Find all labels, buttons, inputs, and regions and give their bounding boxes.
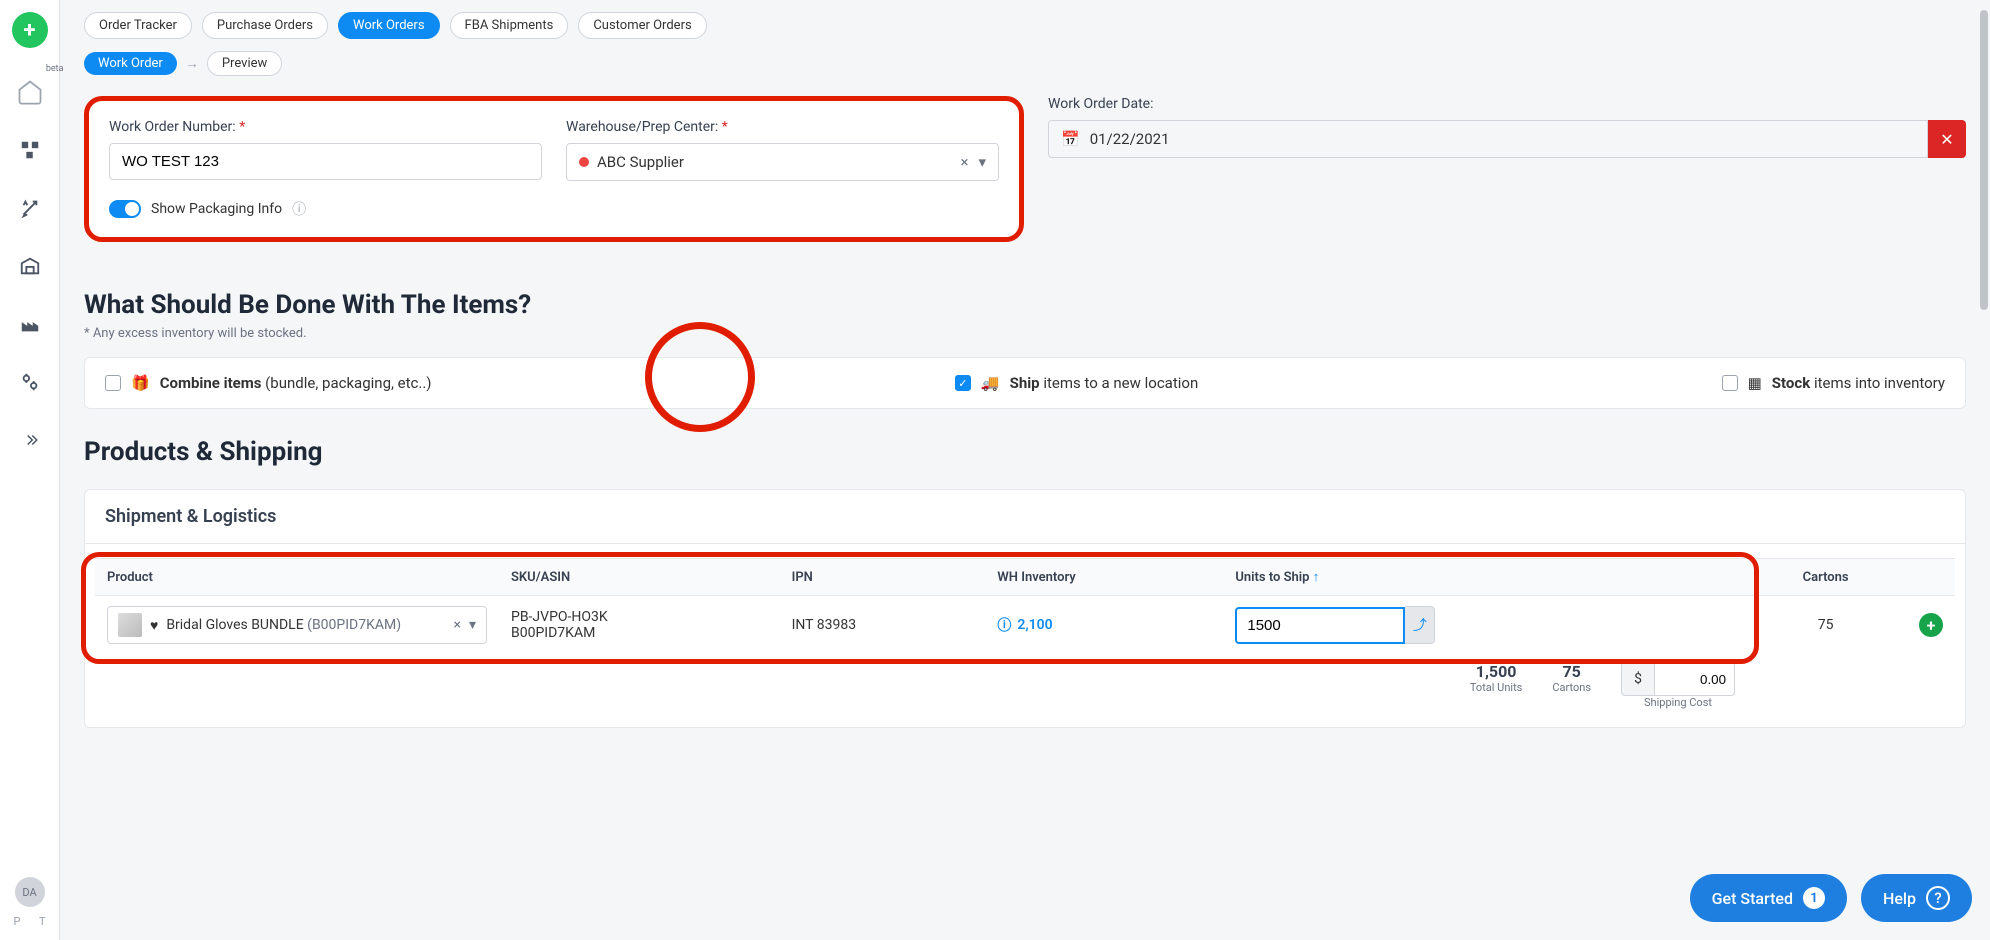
warehouse-label: Warehouse/Prep Center: * <box>566 119 999 135</box>
stock-checkbox[interactable] <box>1722 375 1738 391</box>
clear-icon[interactable]: × <box>453 617 460 633</box>
col-units[interactable]: Units to Ship ↑ <box>1223 559 1744 596</box>
date-label: Work Order Date: <box>1048 96 1966 112</box>
info-icon[interactable]: ⓘ <box>292 199 306 219</box>
nav-expand-icon[interactable] <box>10 420 50 460</box>
wo-number-label: Work Order Number: * <box>109 119 542 135</box>
arrow-right-icon: → <box>185 55 199 72</box>
get-started-button[interactable]: Get Started 1 <box>1690 874 1847 922</box>
table-row: ♥ Bridal Gloves BUNDLE (B00PID7KAM) × ▾ … <box>95 596 1955 655</box>
tab-order-tracker[interactable]: Order Tracker <box>84 12 192 39</box>
currency-label: $ <box>1621 662 1655 696</box>
packaging-toggle-label: Show Packaging Info <box>151 201 282 217</box>
packaging-toggle[interactable] <box>109 200 141 218</box>
sidebar-footer-text: P T <box>5 915 53 928</box>
left-sidebar: + beta DA P T <box>0 0 60 940</box>
floating-buttons: Get Started 1 Help ? <box>1690 874 1972 922</box>
total-units: 1,500 <box>1470 662 1522 681</box>
nav-warehouse-icon[interactable] <box>10 246 50 286</box>
total-cartons-label: Cartons <box>1552 681 1591 694</box>
warehouse-select[interactable]: ABC Supplier ×▾ <box>566 143 999 181</box>
help-button[interactable]: Help ? <box>1861 874 1972 922</box>
cartons-value: 75 <box>1744 596 1907 655</box>
ipn-value: INT 83983 <box>780 596 986 655</box>
date-clear-button[interactable]: ✕ <box>1928 120 1966 158</box>
status-dot-icon <box>579 157 589 167</box>
units-fill-button[interactable]: ⤴ <box>1405 606 1435 644</box>
item-options-card: 🎁 Combine items (bundle, packaging, etc.… <box>84 357 1966 409</box>
chevron-down-icon[interactable]: ▾ <box>469 617 476 633</box>
truck-icon: 🚚 <box>981 374 1000 392</box>
get-started-badge: 1 <box>1803 887 1825 909</box>
breadcrumb-preview[interactable]: Preview <box>207 51 282 76</box>
section-items-sub: * Any excess inventory will be stocked. <box>84 326 1966 341</box>
combine-checkbox[interactable] <box>105 375 121 391</box>
info-icon: ⓘ <box>997 615 1011 635</box>
total-units-label: Total Units <box>1470 681 1522 694</box>
clear-icon[interactable]: × <box>960 153 968 171</box>
section-items-title: What Should Be Done With The Items? <box>84 290 1966 320</box>
tab-purchase-orders[interactable]: Purchase Orders <box>202 12 328 39</box>
shipping-cost-label: Shipping Cost <box>1621 696 1735 709</box>
products-table: Product SKU/ASIN IPN WH Inventory Units … <box>95 558 1955 654</box>
tab-customer-orders[interactable]: Customer Orders <box>578 12 706 39</box>
shipment-card: Shipment & Logistics Product SKU/ASIN IP… <box>84 489 1966 728</box>
breadcrumb: Work Order → Preview <box>84 51 1966 76</box>
nav-factory-icon[interactable] <box>10 304 50 344</box>
nav-magic-icon[interactable] <box>10 188 50 228</box>
date-input[interactable]: 📅 01/22/2021 <box>1048 120 1928 158</box>
nav-inventory-icon[interactable] <box>10 130 50 170</box>
nav-settings-icon[interactable] <box>10 362 50 402</box>
chevron-down-icon[interactable]: ▾ <box>978 153 986 171</box>
col-ipn: IPN <box>780 559 986 596</box>
top-tabs: Order Tracker Purchase Orders Work Order… <box>84 12 1966 39</box>
section-products-title: Products & Shipping <box>84 437 1966 467</box>
units-input[interactable] <box>1235 607 1405 644</box>
ship-checkbox[interactable]: ✓ <box>955 375 971 391</box>
main-content: Order Tracker Purchase Orders Work Order… <box>60 0 1990 940</box>
logo-icon[interactable]: beta <box>10 72 50 112</box>
calendar-icon: 📅 <box>1061 130 1080 148</box>
pallet-icon: ▦ <box>1748 374 1762 392</box>
shipping-cost-input[interactable] <box>1655 662 1735 696</box>
shipment-header: Shipment & Logistics <box>85 490 1965 544</box>
total-cartons: 75 <box>1552 662 1591 681</box>
work-order-form-card: Work Order Number: * Warehouse/Prep Cent… <box>84 96 1024 242</box>
add-button[interactable]: + <box>12 12 48 48</box>
wo-number-input[interactable] <box>109 143 542 180</box>
scrollbar[interactable] <box>1980 10 1988 310</box>
sku-line2: B00PID7KAM <box>511 625 768 641</box>
col-wh: WH Inventory <box>985 559 1223 596</box>
tab-fba-shipments[interactable]: FBA Shipments <box>450 12 569 39</box>
wh-inventory-link[interactable]: ⓘ2,100 <box>997 615 1052 635</box>
question-icon: ? <box>1926 886 1950 910</box>
gift-icon: 🎁 <box>131 374 150 392</box>
col-sku: SKU/ASIN <box>499 559 780 596</box>
tab-work-orders[interactable]: Work Orders <box>338 12 440 39</box>
heart-icon: ♥ <box>150 617 158 634</box>
add-row-button[interactable]: + <box>1919 613 1943 637</box>
sku-line1: PB-JVPO-HO3K <box>511 609 768 625</box>
user-avatar[interactable]: DA <box>15 877 45 907</box>
product-select[interactable]: ♥ Bridal Gloves BUNDLE (B00PID7KAM) × ▾ <box>107 606 487 644</box>
product-thumb-icon <box>118 613 142 637</box>
breadcrumb-work-order[interactable]: Work Order <box>84 52 177 75</box>
sort-icon: ↑ <box>1313 570 1320 585</box>
col-cartons: Cartons <box>1744 559 1907 596</box>
col-product: Product <box>95 559 499 596</box>
